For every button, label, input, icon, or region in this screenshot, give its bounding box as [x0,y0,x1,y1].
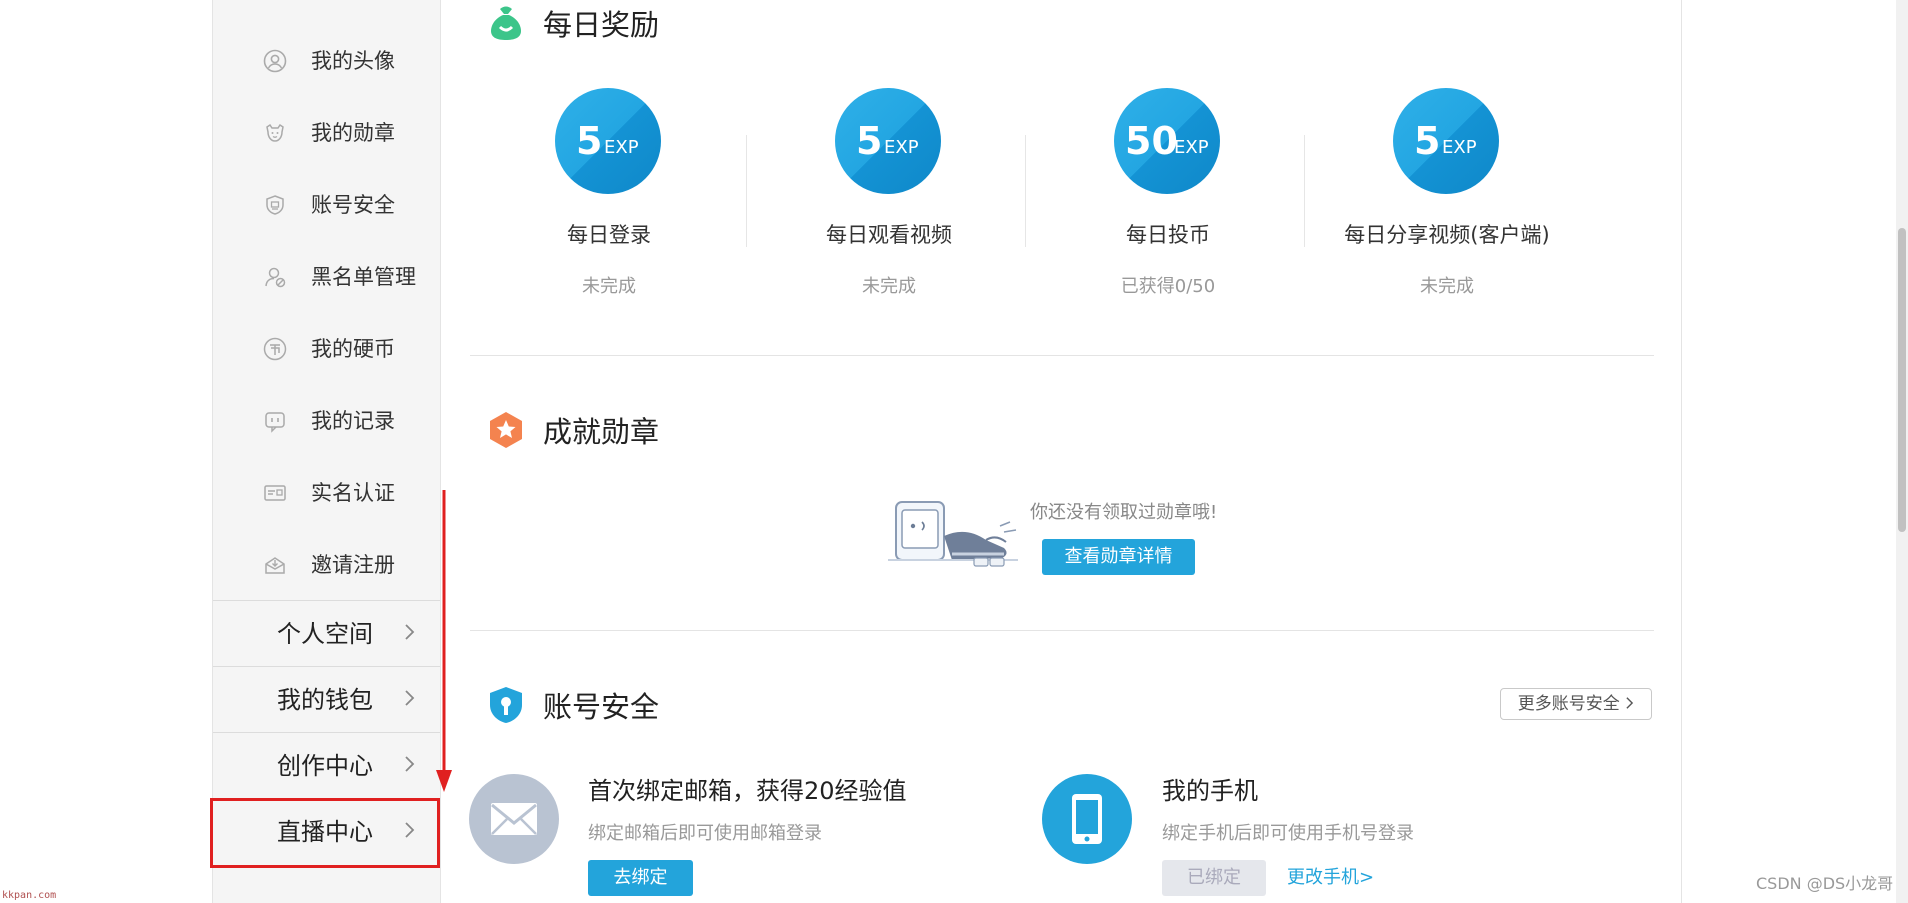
envelope-icon [489,799,539,843]
change-phone-link[interactable]: 更改手机> [1287,866,1374,890]
sidebar-item-invite[interactable]: 邀请注册 [213,529,440,601]
sidebar-section-label: 个人空间 [277,620,373,648]
sidebar-section-label: 创作中心 [277,752,373,780]
section-divider [470,355,1654,356]
sidebar-item-realname[interactable]: 实名认证 [213,457,440,529]
sidebar-item-label: 我的记录 [311,409,395,433]
account-security-title: 账号安全 [543,690,660,724]
watermark-right: CSDN @DS小龙哥 [1756,874,1894,893]
achievement-star-icon [486,410,526,450]
sidebar-item-label: 黑名单管理 [311,265,416,289]
phone-desc: 绑定手机后即可使用手机号登录 [1162,823,1414,844]
exp-amount: 50 [1125,119,1178,163]
phone-icon [1070,792,1104,850]
main-divider [1681,0,1682,903]
sidebar-section-label: 我的钱包 [277,686,373,714]
exp-unit: EXP [604,137,639,158]
daily-rewards-title: 每日奖励 [543,8,660,42]
chevron-right-icon [1625,694,1634,714]
exp-badge: 50 EXP [1114,88,1220,194]
watermark-left: kkpan.com [2,890,57,901]
achievements-title: 成就勋章 [543,415,660,449]
sidebar-section-creator-center[interactable]: 创作中心 [213,732,440,798]
empty-medals-text: 你还没有领取过勋章哦! [1030,502,1218,523]
reward-divider [746,135,747,247]
chevron-right-icon [403,621,417,643]
reward-label: 每日分享视频(客户端) [1344,223,1550,247]
sidebar-item-label: 实名认证 [311,481,395,505]
blacklist-icon [263,265,287,289]
sidebar-item-coin[interactable]: 我的硬币 [213,313,440,385]
sidebar-item-label: 邀请注册 [311,553,395,577]
record-icon [263,409,287,433]
bind-email-button[interactable]: 去绑定 [588,860,693,896]
sidebar-item-record[interactable]: 我的记录 [213,385,440,457]
sidebar-section-live-center[interactable]: 直播中心 [213,798,440,864]
shield-icon [263,193,287,217]
exp-unit: EXP [1174,137,1209,158]
chevron-right-icon [403,687,417,709]
exp-badge: 5 EXP [1393,88,1499,194]
coin-icon [263,337,287,361]
medal-icon [263,121,287,145]
reward-status: 已获得0/50 [1120,276,1216,297]
money-bag-icon [486,3,526,43]
email-badge [469,774,559,864]
shield-key-icon [486,685,526,725]
exp-unit: EXP [1442,137,1477,158]
invite-icon [263,553,287,577]
sidebar-section-label: 直播中心 [277,818,373,846]
reward-status: 未完成 [1420,276,1474,297]
email-bind-title: 首次绑定邮箱，获得20经验值 [588,777,907,805]
reward-divider [1025,135,1026,247]
reward-card-coin: 50 EXP 每日投币 已获得0/50 [1028,88,1308,308]
reward-status: 未完成 [862,276,916,297]
empty-mascot-illustration [886,496,1022,572]
more-account-security-button[interactable]: 更多账号安全 [1500,688,1652,720]
chevron-right-icon [403,753,417,775]
avatar-icon [263,49,287,73]
scrollbar-thumb[interactable] [1898,228,1906,532]
more-account-security-label: 更多账号安全 [1517,694,1620,714]
reward-card-login: 5 EXP 每日登录 未完成 [469,88,749,308]
sidebar: 我的头像 我的勋章 账号安全 黑名单管理 我的硬币 我的记录 实名认证 邀请注册… [212,0,441,903]
exp-badge: 5 EXP [835,88,941,194]
sidebar-item-blacklist[interactable]: 黑名单管理 [213,241,440,313]
sidebar-item-label: 我的硬币 [311,337,395,361]
reward-status: 未完成 [582,276,636,297]
sidebar-section-wallet[interactable]: 我的钱包 [213,666,440,732]
reward-label: 每日登录 [567,223,651,247]
exp-amount: 5 [1414,119,1441,163]
reward-card-watch: 5 EXP 每日观看视频 未完成 [749,88,1029,308]
sidebar-section-personal-space[interactable]: 个人空间 [213,600,440,666]
reward-label: 每日投币 [1126,223,1210,247]
sidebar-item-avatar[interactable]: 我的头像 [213,25,440,97]
sidebar-item-security[interactable]: 账号安全 [213,169,440,241]
id-card-icon [263,481,287,505]
phone-bound-button: 已绑定 [1162,860,1266,896]
phone-badge [1042,774,1132,864]
reward-label: 每日观看视频 [826,223,952,247]
reward-card-share: 5 EXP 每日分享视频(客户端) 未完成 [1307,88,1587,308]
sidebar-nav: 我的头像 我的勋章 账号安全 黑名单管理 我的硬币 我的记录 实名认证 邀请注册 [213,25,440,601]
sidebar-item-label: 我的头像 [311,49,395,73]
exp-amount: 5 [576,119,603,163]
sidebar-item-medal[interactable]: 我的勋章 [213,97,440,169]
exp-amount: 5 [856,119,883,163]
email-bind-desc: 绑定邮箱后即可使用邮箱登录 [588,823,822,844]
exp-badge: 5 EXP [555,88,661,194]
exp-unit: EXP [884,137,919,158]
chevron-right-icon [403,819,417,841]
section-divider [470,630,1654,631]
view-medal-details-button[interactable]: 查看勋章详情 [1042,539,1195,575]
sidebar-item-label: 我的勋章 [311,121,395,145]
sidebar-item-label: 账号安全 [311,193,395,217]
reward-divider [1304,135,1305,247]
phone-title: 我的手机 [1162,777,1258,805]
